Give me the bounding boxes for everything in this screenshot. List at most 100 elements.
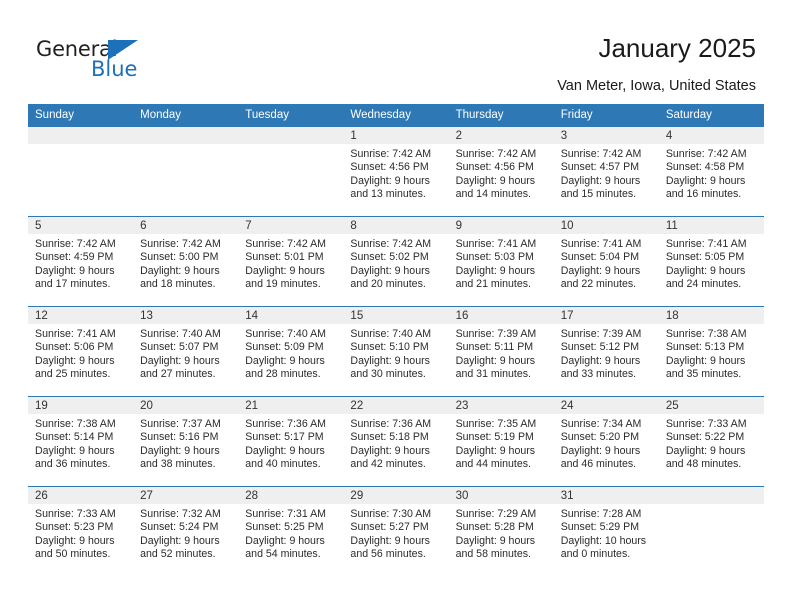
calendar-day-cell[interactable]: 24 Sunrise: 7:34 AM Sunset: 5:20 PM Dayligh… [553,396,659,487]
day-detail-line: Sunset: 5:24 PM [140,521,219,534]
logo-text-blue: Blue [91,57,138,81]
calendar-day-cell[interactable]: 23 Sunrise: 7:35 AM Sunset: 5:19 PM Dayligh… [448,396,554,487]
weekday-header-thursday: Thursday [448,104,554,127]
day-details: Sunrise: 7:41 AM Sunset: 5:05 PM Daylight:… [659,234,764,291]
day-detail-line: Daylight: 9 hours [245,264,325,277]
calendar-day-cell[interactable]: 17 Sunrise: 7:39 AM Sunset: 5:12 PM Dayligh… [553,306,659,397]
day-detail-line: Daylight: 9 hours [35,534,115,547]
day-detail-line: Sunset: 5:28 PM [455,521,534,534]
day-detail-line: Sunset: 5:09 PM [245,341,324,354]
day-detail-line: Sunset: 5:05 PM [665,251,745,264]
calendar-day-cell[interactable]: 8 Sunrise: 7:42 AM Sunset: 5:02 PM Daylight… [343,216,449,307]
calendar-day-cell[interactable]: 14 Sunrise: 7:40 AM Sunset: 5:09 PM Dayligh… [238,306,344,397]
calendar-day-cell[interactable]: 16 Sunrise: 7:39 AM Sunset: 5:11 PM Dayligh… [448,306,554,397]
day-details: Sunrise: 7:33 AM Sunset: 5:22 PM Daylight:… [659,414,764,471]
calendar-week-row: 19 Sunrise: 7:38 AM Sunset: 5:14 PM Dayligh… [28,396,764,487]
day-detail-line: Daylight: 9 hours [35,444,115,457]
day-detail-line: and 20 minutes. [350,277,426,290]
weekday-header-row: Sunday Monday Tuesday Wednesday Thursday Frid… [28,104,764,127]
calendar-day-cell[interactable]: 10 Sunrise: 7:41 AM Sunset: 5:04 PM Dayligh… [553,216,659,307]
day-detail-line: Sunrise: 7:41 AM [35,328,116,340]
day-detail-line: Sunrise: 7:41 AM [560,238,642,250]
calendar-day-cell[interactable]: 9 Sunrise: 7:41 AM Sunset: 5:03 PM Daylight… [448,216,554,307]
calendar-day-cell[interactable]: 30 Sunrise: 7:29 AM Sunset: 5:28 PM Dayligh… [448,486,554,577]
day-number: 21 [238,397,344,414]
day-detail-line: Sunset: 5:01 PM [245,251,324,264]
day-details: Sunrise: 7:30 AM Sunset: 5:27 PM Daylight:… [343,504,448,561]
calendar-page: General Blue January 2025 Van Meter, Iow… [0,0,792,612]
day-detail-line: Sunset: 5:06 PM [35,341,114,354]
calendar-week-row: 1 Sunrise: 7:42 AM Sunset: 4:56 PM Daylight… [28,126,764,217]
day-detail-line: Sunset: 5:14 PM [35,431,114,444]
calendar-day-cell[interactable]: 31 Sunrise: 7:28 AM Sunset: 5:29 PM Dayligh… [553,486,659,577]
day-detail-line: Sunrise: 7:39 AM [455,328,537,340]
day-detail-line: and 16 minutes. [665,187,742,200]
calendar-day-cell[interactable]: 2 Sunrise: 7:42 AM Sunset: 4:56 PM Daylight… [448,126,554,217]
day-number: 4 [658,127,764,144]
calendar-day-cell[interactable]: 6 Sunrise: 7:42 AM Sunset: 5:00 PM Daylight… [133,216,239,307]
day-detail-line: Daylight: 9 hours [560,264,641,277]
day-detail-line: and 19 minutes. [245,277,321,290]
day-detail-line: Sunset: 5:12 PM [560,341,640,354]
general-blue-logo[interactable]: General Blue [36,38,166,84]
day-detail-line: and 42 minutes. [350,457,426,470]
day-detail-line: Daylight: 9 hours [140,534,220,547]
calendar-day-cell[interactable]: 28 Sunrise: 7:31 AM Sunset: 5:25 PM Dayligh… [238,486,344,577]
day-detail-line: Sunrise: 7:40 AM [350,328,432,340]
calendar-day-cell[interactable]: 21 Sunrise: 7:36 AM Sunset: 5:17 PM Dayligh… [238,396,344,487]
day-detail-line: Sunset: 5:07 PM [140,341,219,354]
day-detail-line: Sunrise: 7:41 AM [665,238,747,250]
calendar-day-cell[interactable]: 29 Sunrise: 7:30 AM Sunset: 5:27 PM Dayligh… [343,486,449,577]
day-detail-line: and 36 minutes. [35,457,111,470]
day-detail-line: Sunset: 5:02 PM [350,251,429,264]
day-detail-line: and 58 minutes. [455,547,531,560]
day-detail-line: Sunrise: 7:42 AM [140,238,221,250]
calendar-day-cell[interactable]: 5 Sunrise: 7:42 AM Sunset: 4:59 PM Daylight… [28,216,134,307]
day-detail-line: Sunrise: 7:42 AM [350,238,432,250]
calendar-day-cell[interactable]: 4 Sunrise: 7:42 AM Sunset: 4:58 PM Daylight… [658,126,764,217]
day-number [133,127,239,144]
calendar-body: 1 Sunrise: 7:42 AM Sunset: 4:56 PM Daylight… [28,126,764,577]
calendar-day-cell[interactable]: 7 Sunrise: 7:42 AM Sunset: 5:01 PM Daylight… [238,216,344,307]
day-detail-line: Sunrise: 7:38 AM [35,418,116,430]
calendar-day-cell[interactable]: 22 Sunrise: 7:36 AM Sunset: 5:18 PM Dayligh… [343,396,449,487]
calendar-empty-cell [658,486,764,577]
day-detail-line: Daylight: 9 hours [245,534,325,547]
day-detail-line: and 21 minutes. [455,277,531,290]
calendar-week-row: 26 Sunrise: 7:33 AM Sunset: 5:23 PM Dayligh… [28,486,764,577]
day-details: Sunrise: 7:42 AM Sunset: 5:02 PM Daylight:… [343,234,448,291]
day-detail-line: Daylight: 9 hours [350,444,430,457]
calendar-day-cell[interactable]: 11 Sunrise: 7:41 AM Sunset: 5:05 PM Dayligh… [658,216,764,307]
day-detail-line: Daylight: 9 hours [560,174,641,187]
day-detail-line: Daylight: 9 hours [455,174,536,187]
day-detail-line: Sunset: 5:13 PM [665,341,745,354]
calendar-day-cell[interactable]: 25 Sunrise: 7:33 AM Sunset: 5:22 PM Dayligh… [658,396,764,487]
calendar-grid: Sunday Monday Tuesday Wednesday Thursday Frid… [28,104,764,577]
calendar-day-cell[interactable]: 26 Sunrise: 7:33 AM Sunset: 5:23 PM Dayligh… [28,486,134,577]
day-detail-line: Daylight: 9 hours [35,354,115,367]
calendar-day-cell[interactable]: 1 Sunrise: 7:42 AM Sunset: 4:56 PM Daylight… [343,126,449,217]
day-number: 6 [133,217,239,234]
day-detail-line: Daylight: 9 hours [350,174,430,187]
day-detail-line: and 54 minutes. [245,547,321,560]
calendar-day-cell[interactable]: 12 Sunrise: 7:41 AM Sunset: 5:06 PM Dayligh… [28,306,134,397]
calendar-day-cell[interactable]: 15 Sunrise: 7:40 AM Sunset: 5:10 PM Dayligh… [343,306,449,397]
day-number: 28 [238,487,344,504]
day-details: Sunrise: 7:42 AM Sunset: 5:01 PM Daylight:… [238,234,343,291]
calendar-day-cell[interactable]: 13 Sunrise: 7:40 AM Sunset: 5:07 PM Dayligh… [133,306,239,397]
calendar-day-cell[interactable]: 20 Sunrise: 7:37 AM Sunset: 5:16 PM Dayligh… [133,396,239,487]
day-detail-line: Daylight: 9 hours [455,534,536,547]
calendar-day-cell[interactable]: 3 Sunrise: 7:42 AM Sunset: 4:57 PM Daylight… [553,126,659,217]
calendar-day-cell[interactable]: 27 Sunrise: 7:32 AM Sunset: 5:24 PM Dayligh… [133,486,239,577]
day-number: 16 [448,307,554,324]
day-number: 22 [343,397,449,414]
day-detail-line: Sunrise: 7:29 AM [455,508,537,520]
weekday-header-saturday: Saturday [658,104,764,127]
day-detail-line: and 13 minutes. [350,187,426,200]
day-detail-line: Sunset: 4:59 PM [35,251,114,264]
calendar-day-cell[interactable]: 19 Sunrise: 7:38 AM Sunset: 5:14 PM Dayligh… [28,396,134,487]
calendar-table: Sunday Monday Tuesday Wednesday Thursday Frid… [28,104,764,577]
day-detail-line: and 33 minutes. [560,367,637,380]
day-detail-line: Sunset: 5:22 PM [665,431,745,444]
calendar-day-cell[interactable]: 18 Sunrise: 7:38 AM Sunset: 5:13 PM Dayligh… [658,306,764,397]
